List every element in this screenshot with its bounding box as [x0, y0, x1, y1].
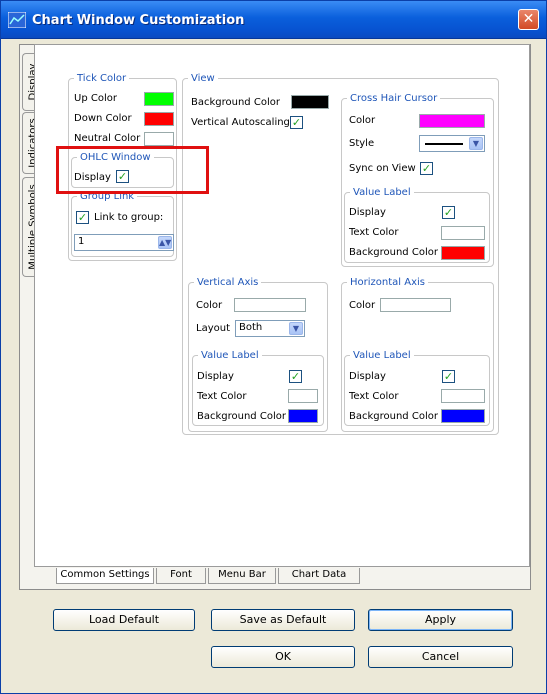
down-color-swatch[interactable]	[144, 112, 174, 126]
load-default-button[interactable]: Load Default	[53, 609, 195, 631]
vertical-axis-text-color-label: Text Color	[197, 391, 247, 402]
save-as-default-button[interactable]: Save as Default	[211, 609, 355, 631]
down-color-label: Down Color	[74, 113, 132, 124]
tab-font[interactable]: Font	[156, 568, 206, 584]
horizontal-axis-color-label: Color	[349, 300, 376, 311]
tab-common-settings[interactable]: Common Settings	[56, 568, 154, 584]
apply-button[interactable]: Apply	[368, 609, 513, 631]
horizontal-axis-display-checkbox[interactable]: ✓	[442, 370, 455, 383]
cross-hair-color-label: Color	[349, 115, 376, 126]
cross-hair-value-label-legend: Value Label	[353, 187, 411, 198]
neutral-color-label: Neutral Color	[74, 133, 141, 144]
up-color-swatch[interactable]	[144, 92, 174, 106]
vertical-axis-layout-select[interactable]: Both ▼	[235, 320, 305, 337]
highlight-box	[56, 146, 209, 194]
sync-on-view-checkbox[interactable]: ✓	[420, 162, 433, 175]
cross-hair-style-label: Style	[349, 138, 375, 149]
background-color-label: Background Color	[191, 97, 280, 108]
sync-on-view-label: Sync on View	[349, 163, 416, 174]
vertical-axis-display-checkbox[interactable]: ✓	[289, 370, 302, 383]
vertical-autoscaling-label: Vertical Autoscaling	[191, 117, 290, 128]
cross-hair-value-display-label: Display	[349, 207, 386, 218]
tab-chart-data[interactable]: Chart Data	[278, 568, 360, 584]
neutral-color-swatch[interactable]	[144, 132, 174, 146]
chart-app-icon	[8, 12, 26, 28]
horizontal-axis-color-swatch[interactable]	[380, 298, 451, 312]
cross-hair-text-color-swatch[interactable]	[441, 226, 485, 240]
vertical-axis-legend: Vertical Axis	[197, 277, 259, 288]
horizontal-axis-bg-color-swatch[interactable]	[441, 409, 485, 423]
vertical-axis-layout-value: Both	[239, 322, 263, 333]
vertical-axis-layout-label: Layout	[196, 323, 230, 334]
view-legend: View	[191, 73, 215, 84]
cancel-button[interactable]: Cancel	[368, 646, 513, 668]
cross-hair-bg-color-label: Background Color	[349, 247, 438, 258]
spinner-arrows-icon[interactable]: ▲▼	[158, 236, 172, 249]
vertical-autoscaling-checkbox[interactable]: ✓	[290, 116, 303, 129]
vertical-axis-value-label-legend: Value Label	[201, 350, 259, 361]
horizontal-axis-value-label-legend: Value Label	[353, 350, 411, 361]
close-button[interactable]: ✕	[518, 9, 539, 30]
link-group-checkbox[interactable]: ✓	[76, 211, 89, 224]
vertical-axis-text-color-swatch[interactable]	[288, 389, 318, 403]
vertical-axis-bg-color-swatch[interactable]	[288, 409, 318, 423]
vertical-axis-color-label: Color	[196, 300, 223, 311]
tick-color-legend: Tick Color	[77, 73, 127, 84]
title-bar[interactable]: Chart Window Customization ✕	[1, 1, 546, 39]
horizontal-axis-bg-color-label: Background Color	[349, 411, 438, 422]
horizontal-axis-text-color-swatch[interactable]	[441, 389, 485, 403]
link-group-label: Link to group:	[94, 212, 164, 223]
chevron-down-icon[interactable]: ▼	[289, 322, 303, 335]
dialog-window: Chart Window Customization ✕ Display Ind…	[0, 0, 547, 694]
horizontal-axis-legend: Horizontal Axis	[350, 277, 425, 288]
cross-hair-text-color-label: Text Color	[349, 227, 399, 238]
horizontal-axis-text-color-label: Text Color	[349, 391, 399, 402]
line-style-icon	[425, 143, 463, 145]
horizontal-axis-display-label: Display	[349, 371, 386, 382]
window-title: Chart Window Customization	[32, 13, 245, 28]
up-color-label: Up Color	[74, 93, 117, 104]
chevron-down-icon[interactable]: ▼	[469, 137, 483, 150]
cross-hair-bg-color-swatch[interactable]	[441, 246, 485, 260]
vertical-axis-bg-color-label: Background Color	[197, 411, 286, 422]
ok-button[interactable]: OK	[211, 646, 355, 668]
cross-hair-legend: Cross Hair Cursor	[350, 93, 438, 104]
vertical-axis-color-swatch[interactable]	[234, 298, 306, 312]
cross-hair-value-display-checkbox[interactable]: ✓	[442, 206, 455, 219]
tab-menu-bar[interactable]: Menu Bar	[208, 568, 276, 584]
cross-hair-color-swatch[interactable]	[419, 114, 485, 128]
group-number-value: 1	[78, 236, 85, 247]
cross-hair-style-select[interactable]: ▼	[419, 135, 485, 152]
group-number-spinner[interactable]: 1 ▲▼	[74, 234, 174, 251]
vertical-axis-display-label: Display	[197, 371, 234, 382]
background-color-swatch[interactable]	[291, 95, 329, 109]
